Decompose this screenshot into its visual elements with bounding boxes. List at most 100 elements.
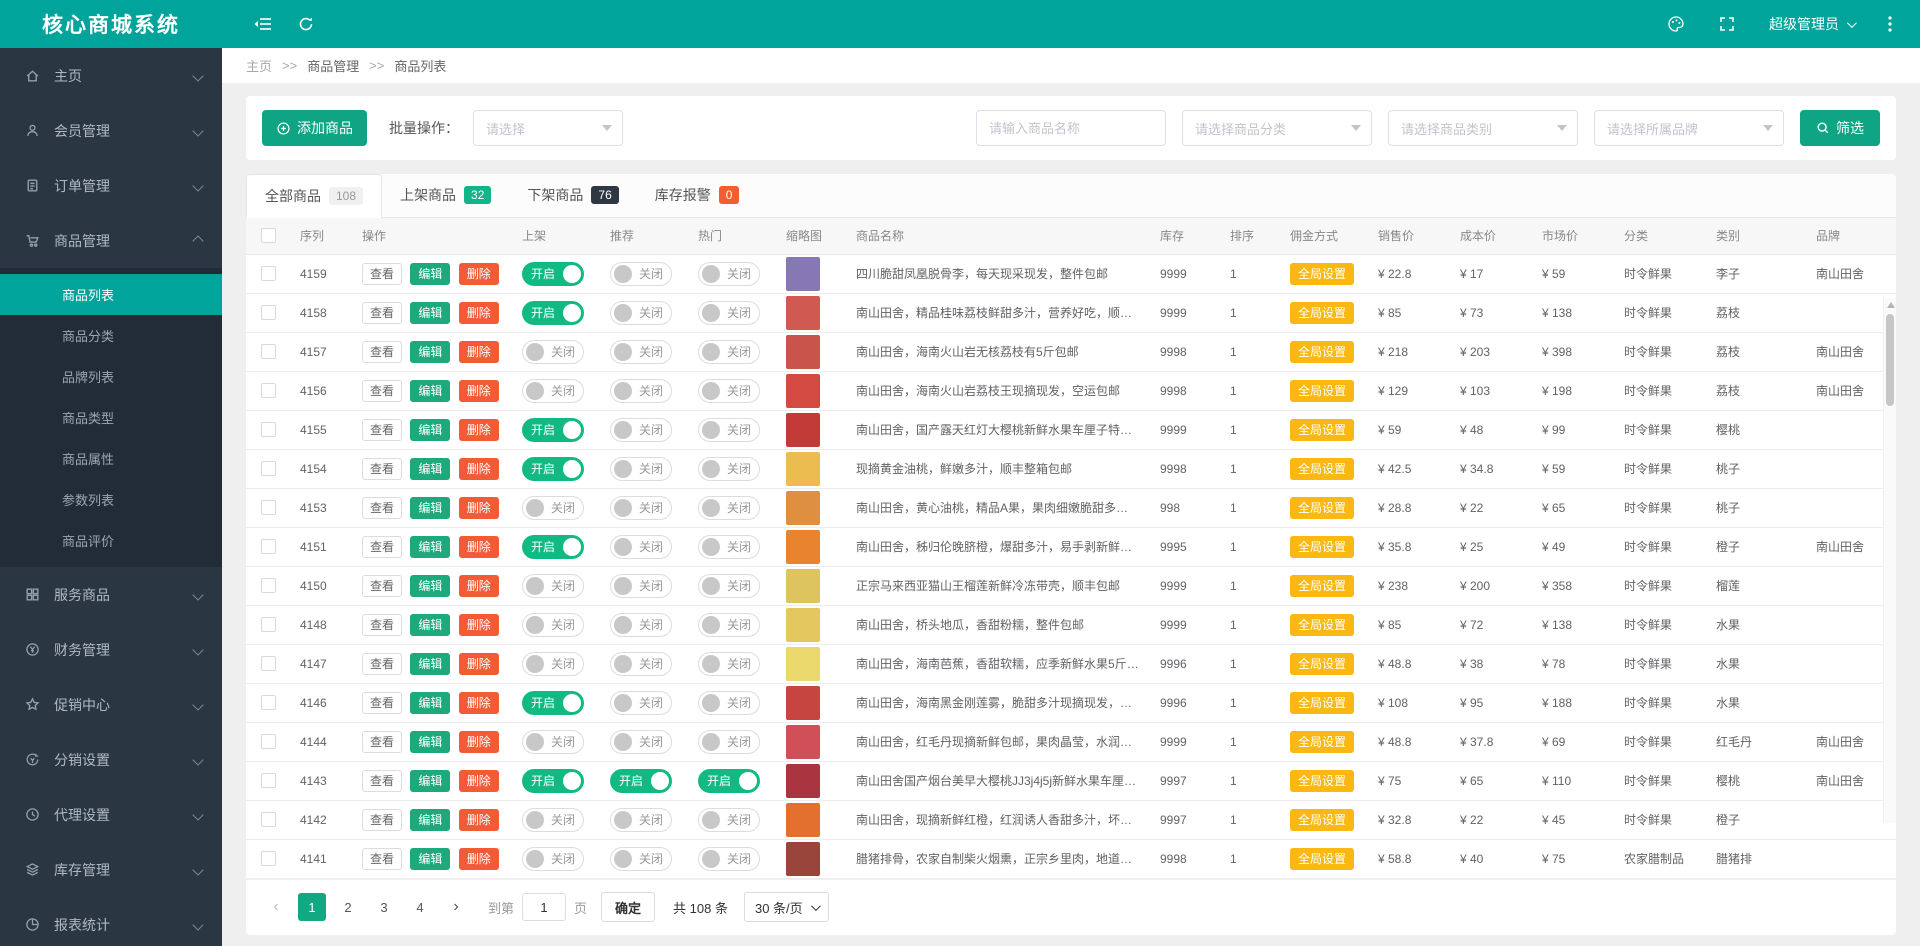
onsale-toggle[interactable]: 关闭: [522, 613, 584, 637]
edit-button[interactable]: 编辑: [410, 848, 450, 870]
goto-confirm-button[interactable]: 确定: [601, 892, 655, 922]
recommend-toggle[interactable]: 关闭: [610, 847, 672, 871]
delete-button[interactable]: 删除: [459, 575, 499, 597]
edit-button[interactable]: 编辑: [410, 302, 450, 324]
edit-button[interactable]: 编辑: [410, 614, 450, 636]
sidebar-item-param-list[interactable]: 参数列表: [0, 479, 222, 520]
delete-button[interactable]: 删除: [459, 302, 499, 324]
page-button-2[interactable]: 2: [334, 893, 362, 921]
hot-toggle[interactable]: 关闭: [698, 652, 760, 676]
view-button[interactable]: 查看: [362, 575, 402, 597]
row-checkbox[interactable]: [261, 773, 276, 788]
sidebar-item-home[interactable]: 主页: [0, 48, 222, 103]
hot-toggle[interactable]: 关闭: [698, 262, 760, 286]
view-button[interactable]: 查看: [362, 419, 402, 441]
page-button-1[interactable]: 1: [298, 893, 326, 921]
view-button[interactable]: 查看: [362, 809, 402, 831]
recommend-toggle[interactable]: 关闭: [610, 418, 672, 442]
recommend-toggle[interactable]: 关闭: [610, 730, 672, 754]
recommend-toggle[interactable]: 关闭: [610, 808, 672, 832]
view-button[interactable]: 查看: [362, 536, 402, 558]
onsale-toggle[interactable]: 开启: [522, 301, 584, 325]
recommend-toggle[interactable]: 关闭: [610, 691, 672, 715]
delete-button[interactable]: 删除: [459, 419, 499, 441]
fullscreen-icon[interactable]: [1719, 16, 1735, 32]
page-button-3[interactable]: 3: [370, 893, 398, 921]
scroll-up-arrow-icon[interactable]: [1887, 302, 1895, 308]
hot-toggle[interactable]: 关闭: [698, 457, 760, 481]
select-all-checkbox[interactable]: [261, 228, 276, 243]
onsale-toggle[interactable]: 关闭: [522, 847, 584, 871]
scrollbar-thumb[interactable]: [1886, 314, 1894, 406]
hot-toggle[interactable]: 关闭: [698, 574, 760, 598]
commission-button[interactable]: 全局设置: [1290, 809, 1354, 831]
onsale-toggle[interactable]: 关闭: [522, 652, 584, 676]
onsale-toggle[interactable]: 关闭: [522, 340, 584, 364]
sidebar-item-product-review[interactable]: 商品评价: [0, 520, 222, 561]
hot-toggle[interactable]: 关闭: [698, 301, 760, 325]
sidebar-item-product-type[interactable]: 商品类型: [0, 397, 222, 438]
edit-button[interactable]: 编辑: [410, 653, 450, 675]
edit-button[interactable]: 编辑: [410, 536, 450, 558]
hot-toggle[interactable]: 关闭: [698, 418, 760, 442]
tab-stock-alert[interactable]: 库存报警0: [637, 173, 758, 217]
commission-button[interactable]: 全局设置: [1290, 341, 1354, 363]
view-button[interactable]: 查看: [362, 770, 402, 792]
commission-button[interactable]: 全局设置: [1290, 575, 1354, 597]
onsale-toggle[interactable]: 关闭: [522, 730, 584, 754]
user-menu[interactable]: 超级管理员: [1769, 14, 1854, 34]
delete-button[interactable]: 删除: [459, 770, 499, 792]
view-button[interactable]: 查看: [362, 731, 402, 753]
delete-button[interactable]: 删除: [459, 536, 499, 558]
delete-button[interactable]: 删除: [459, 848, 499, 870]
hot-toggle[interactable]: 关闭: [698, 691, 760, 715]
onsale-toggle[interactable]: 关闭: [522, 808, 584, 832]
commission-button[interactable]: 全局设置: [1290, 731, 1354, 753]
tab-all-products[interactable]: 全部商品108: [246, 174, 382, 218]
commission-button[interactable]: 全局设置: [1290, 458, 1354, 480]
row-checkbox[interactable]: [261, 851, 276, 866]
product-name-input[interactable]: [976, 110, 1166, 146]
add-product-button[interactable]: 添加商品: [262, 110, 367, 146]
hot-toggle[interactable]: 关闭: [698, 535, 760, 559]
filter-button[interactable]: 筛选: [1800, 110, 1880, 146]
edit-button[interactable]: 编辑: [410, 575, 450, 597]
commission-button[interactable]: 全局设置: [1290, 419, 1354, 441]
edit-button[interactable]: 编辑: [410, 692, 450, 714]
commission-button[interactable]: 全局设置: [1290, 614, 1354, 636]
row-checkbox[interactable]: [261, 461, 276, 476]
recommend-toggle[interactable]: 关闭: [610, 652, 672, 676]
row-checkbox[interactable]: [261, 812, 276, 827]
row-checkbox[interactable]: [261, 539, 276, 554]
type-select[interactable]: 请选择商品类别: [1388, 110, 1578, 146]
sidebar-item-product-attr[interactable]: 商品属性: [0, 438, 222, 479]
recommend-toggle[interactable]: 关闭: [610, 301, 672, 325]
commission-button[interactable]: 全局设置: [1290, 848, 1354, 870]
recommend-toggle[interactable]: 关闭: [610, 340, 672, 364]
collapse-menu-icon[interactable]: [254, 16, 272, 32]
page-button-4[interactable]: 4: [406, 893, 434, 921]
delete-button[interactable]: 删除: [459, 341, 499, 363]
row-checkbox[interactable]: [261, 500, 276, 515]
row-checkbox[interactable]: [261, 695, 276, 710]
breadcrumb-home[interactable]: 主页: [246, 56, 272, 75]
commission-button[interactable]: 全局设置: [1290, 380, 1354, 402]
view-button[interactable]: 查看: [362, 341, 402, 363]
more-options-icon[interactable]: [1888, 16, 1892, 32]
delete-button[interactable]: 删除: [459, 614, 499, 636]
sidebar-item-product-category[interactable]: 商品分类: [0, 315, 222, 356]
row-checkbox[interactable]: [261, 344, 276, 359]
row-checkbox[interactable]: [261, 266, 276, 281]
theme-palette-icon[interactable]: [1667, 15, 1685, 33]
onsale-toggle[interactable]: 开启: [522, 457, 584, 481]
delete-button[interactable]: 删除: [459, 653, 499, 675]
edit-button[interactable]: 编辑: [410, 770, 450, 792]
hot-toggle[interactable]: 关闭: [698, 613, 760, 637]
tab-on-sale[interactable]: 上架商品32: [382, 173, 509, 217]
commission-button[interactable]: 全局设置: [1290, 653, 1354, 675]
commission-button[interactable]: 全局设置: [1290, 497, 1354, 519]
sidebar-item-promotion[interactable]: 促销中心: [0, 677, 222, 732]
delete-button[interactable]: 删除: [459, 497, 499, 519]
delete-button[interactable]: 删除: [459, 380, 499, 402]
sidebar-item-finance[interactable]: 财务管理: [0, 622, 222, 677]
